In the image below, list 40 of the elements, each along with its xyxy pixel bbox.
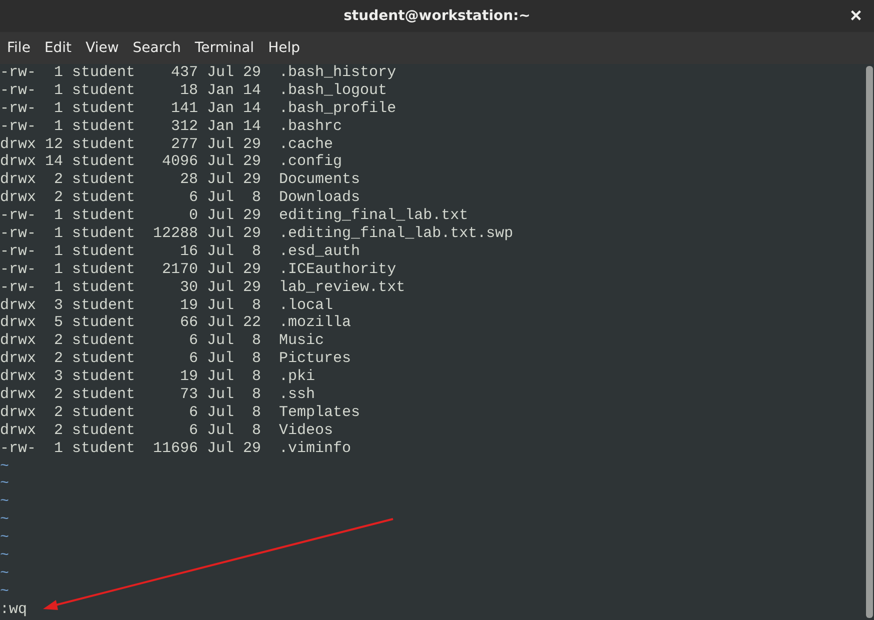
file-listing-line: -rw- 1 student 30 Jul 29 lab_review.txt (0, 278, 406, 297)
file-listing-line: drwx 12 student 277 Jul 29 .cache (0, 136, 334, 154)
command-line[interactable]: :wq (0, 600, 28, 619)
file-listing-line: drwx 2 student 6 Jul 8 Videos (0, 422, 334, 440)
empty-line-marker: ~ (0, 458, 10, 476)
file-listing-line: -rw- 1 student 2170 Jul 29 .ICEauthority (0, 260, 396, 279)
menu-item[interactable]: View (78, 40, 126, 56)
file-listing-line: -rw- 1 student 12288 Jul 29 .editing_final_lab.txt.swp (0, 225, 514, 243)
file-listing-line: drwx 3 student 19 Jul 8 .pki (0, 368, 316, 386)
file-listing-line: drwx 2 student 6 Jul 8 Templates (0, 404, 360, 422)
menu-item[interactable]: Edit (37, 40, 79, 56)
empty-line-marker: ~ (0, 547, 10, 565)
menu-item[interactable]: File (0, 40, 38, 56)
file-listing-line: drwx 14 student 4096 Jul 29 .config (0, 153, 342, 172)
file-listing-line: drwx 3 student 19 Jul 8 .local (0, 296, 334, 314)
menu-item[interactable]: Help (261, 40, 307, 56)
file-listing-line: -rw- 1 student 16 Jul 8 .esd_auth (0, 242, 360, 261)
file-listing-line: drwx 2 student 28 Jul 29 Documents (0, 171, 360, 190)
empty-line-marker: ~ (0, 529, 10, 548)
empty-line-marker: ~ (0, 493, 10, 512)
empty-line-marker: ~ (0, 564, 10, 583)
menu-item[interactable]: Search (126, 40, 188, 56)
file-listing-line: -rw- 1 student 141 Jan 14 .bash_profile (0, 100, 396, 118)
file-listing-line: drwx 2 student 6 Jul 8 Music (0, 332, 324, 350)
file-listing-line: -rw- 1 student 312 Jan 14 .bashrc (0, 118, 342, 136)
file-listing-line: drwx 5 student 66 Jul 22 .mozilla (0, 314, 352, 332)
file-listing-line: -rw- 1 student 0 Jul 29 editing_final_lab.txt (0, 207, 468, 226)
close-button[interactable]: × (844, 4, 868, 28)
empty-line-marker: ~ (0, 582, 10, 601)
scrollbar[interactable] (866, 66, 873, 618)
file-listing-line: -rw- 1 student 11696 Jul 29 .viminfo (0, 440, 352, 458)
empty-line-marker: ~ (0, 475, 10, 494)
file-listing-line: drwx 2 student 73 Jul 8 .ssh (0, 386, 316, 404)
empty-line-marker: ~ (0, 511, 10, 530)
file-listing-line: -rw- 1 student 18 Jan 14 .bash_logout (0, 82, 388, 100)
menu-item[interactable]: Terminal (188, 40, 262, 56)
file-listing-line: -rw- 1 student 437 Jul 29 .bash_history (0, 64, 396, 82)
file-listing-line: drwx 2 student 6 Jul 8 Downloads (0, 189, 360, 208)
file-listing-line: drwx 2 student 6 Jul 8 Pictures (0, 350, 352, 368)
window-title: student@workstation:~ (344, 8, 530, 24)
